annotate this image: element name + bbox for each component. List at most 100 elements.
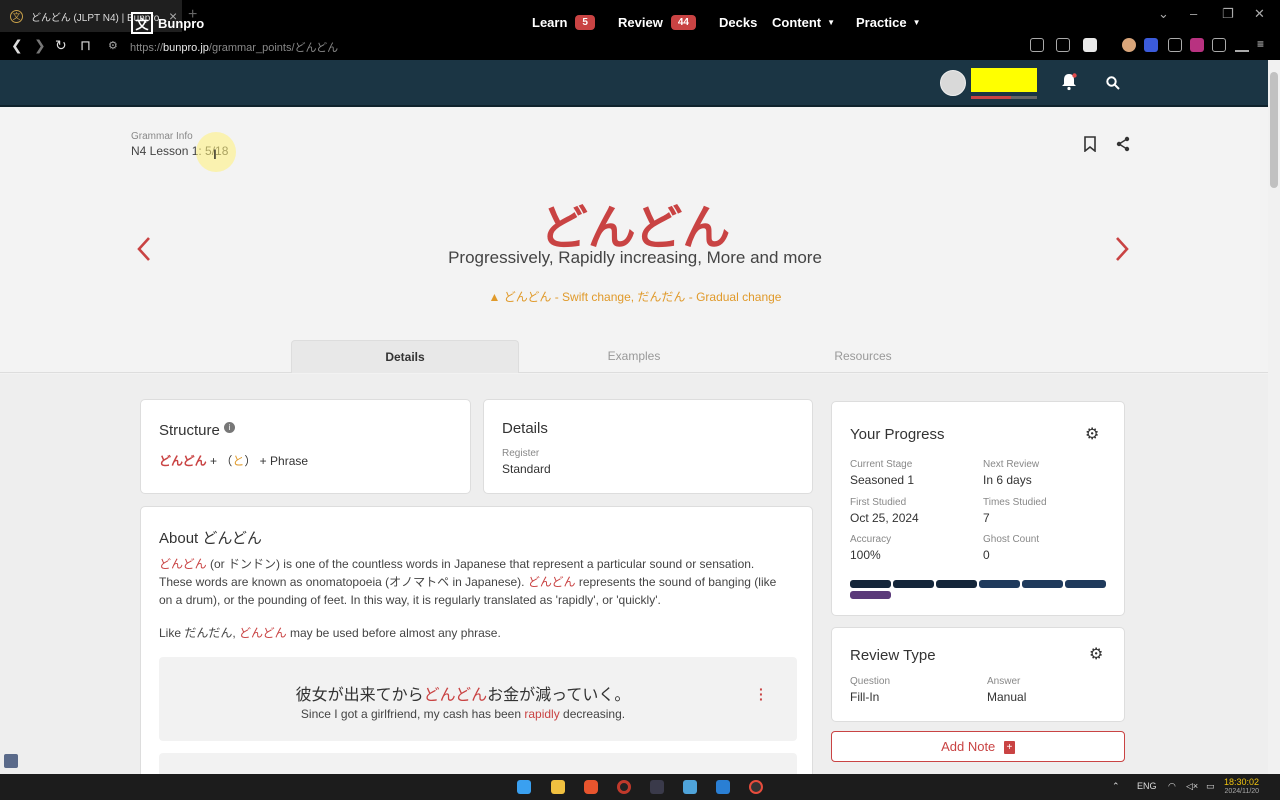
site-info-icon[interactable]: ⚙ xyxy=(108,39,118,52)
grammar-term[interactable]: どんどん xyxy=(528,575,576,589)
example-japanese: 彼女が出来てからどんどんお金が減っていく。 xyxy=(159,681,767,705)
os-taskbar xyxy=(0,774,1280,800)
times-studied-label: Times Studied xyxy=(983,497,1047,508)
details-card: Details Register Standard xyxy=(483,399,813,494)
taskbar-clock[interactable]: 18:30:02 2024/11/20 xyxy=(1224,777,1259,797)
grammar-term[interactable]: どんどん xyxy=(159,557,207,571)
example-en-text: decreasing. xyxy=(559,707,626,721)
next-grammar-arrow-icon[interactable] xyxy=(1113,236,1131,262)
app-icon-blue[interactable] xyxy=(683,780,697,794)
printer-icon[interactable] xyxy=(4,754,18,768)
about-card: About どんどん どんどん (or ドンドン) is one of the … xyxy=(140,506,813,796)
bell-icon[interactable] xyxy=(1061,73,1077,91)
example-jp-text: 彼女が出来てから xyxy=(295,685,424,704)
structure-part-phrase: ） + Phrase xyxy=(244,454,309,468)
logo-text: Bunpro xyxy=(158,15,205,31)
register-label: Register xyxy=(502,448,540,459)
search-icon[interactable] xyxy=(1106,76,1120,90)
tab-resources[interactable]: Resources xyxy=(749,340,977,373)
nav-content[interactable]: Content ▼ xyxy=(772,15,835,30)
tray-chevron-icon[interactable]: ⌃ xyxy=(1112,781,1120,792)
review-count-badge: 44 xyxy=(670,15,696,30)
tab-examples[interactable]: Examples xyxy=(520,340,748,373)
grammar-term[interactable]: どんどん xyxy=(239,626,287,640)
nav-learn[interactable]: Learn 5 xyxy=(532,15,595,30)
extension-pink-icon[interactable] xyxy=(1190,38,1204,52)
about-paragraph-2: Like だんだん, どんどん may be used before almos… xyxy=(159,624,799,642)
warning-icon: ▲ xyxy=(488,290,501,304)
wifi-icon[interactable]: ◠ xyxy=(1168,781,1176,792)
vscode-icon[interactable] xyxy=(716,780,730,794)
menu-icon[interactable]: ≡ xyxy=(1257,37,1264,51)
progress-settings-gear-icon[interactable]: ⚙ xyxy=(1085,424,1099,444)
battery-icon[interactable]: ▭ xyxy=(1206,781,1215,792)
restore-icon[interactable]: ❐ xyxy=(1222,6,1234,22)
tab-details[interactable]: Details xyxy=(291,340,519,373)
obs-icon[interactable] xyxy=(749,780,763,794)
file-explorer-icon[interactable] xyxy=(551,780,565,794)
reload-icon[interactable]: ↻ xyxy=(55,37,67,54)
url-field[interactable]: https://bunpro.jp/grammar_points/どんどん xyxy=(130,39,338,55)
tab-list-icon[interactable]: ⌄ xyxy=(1158,6,1169,22)
bookmark-page-icon[interactable]: ⊓ xyxy=(80,37,91,54)
share-icon[interactable] xyxy=(1115,136,1131,152)
structure-heading-text: Structure xyxy=(159,422,220,439)
windows-start-icon[interactable] xyxy=(517,780,531,794)
times-studied-value: 7 xyxy=(983,511,990,525)
brave-browser-icon[interactable] xyxy=(584,780,598,794)
example-jp-text: お金が減っていく。 xyxy=(487,685,631,704)
nav-decks-label: Decks xyxy=(719,15,758,30)
forward-icon[interactable]: ❯ xyxy=(34,37,46,54)
grammar-warning[interactable]: ▲ どんどん - Swift change, だんだん - Gradual ch… xyxy=(340,288,930,305)
previous-grammar-arrow-icon[interactable] xyxy=(135,236,153,262)
question-value: Fill-In xyxy=(850,690,880,704)
structure-formula: どんどん + （と） + Phrase xyxy=(159,452,308,469)
nav-review[interactable]: Review 44 xyxy=(618,15,696,30)
extension-grid-icon[interactable] xyxy=(1144,38,1158,52)
minimize-icon[interactable]: – xyxy=(1190,6,1197,21)
url-scheme: https:// xyxy=(130,42,164,54)
current-stage-value: Seasoned 1 xyxy=(850,473,915,487)
nav-practice[interactable]: Practice ▼ xyxy=(856,15,921,30)
example-english: Since I got a girlfriend, my cash has be… xyxy=(159,707,767,721)
downloads-icon[interactable] xyxy=(1235,38,1249,52)
example-sentence-box: 彼女が出来てからどんどんお金が減っていく。 Since I got a girl… xyxy=(159,657,797,741)
question-label: Question xyxy=(850,676,891,687)
brave-shield-icon[interactable] xyxy=(1083,38,1097,52)
nav-practice-label: Practice xyxy=(856,15,907,30)
review-type-heading: Review Type xyxy=(850,647,936,664)
review-settings-gear-icon[interactable]: ⚙ xyxy=(1089,644,1103,664)
next-review-value: In 6 days xyxy=(983,473,1032,487)
share-page-icon[interactable] xyxy=(1056,38,1070,52)
bookmark-icon[interactable] xyxy=(1083,136,1097,152)
nav-learn-label: Learn xyxy=(532,15,568,30)
ghost-count-value: 0 xyxy=(983,548,990,562)
app-icon[interactable] xyxy=(650,780,664,794)
progress-segment xyxy=(850,580,891,588)
grammar-warning-text: どんどん - Swift change, だんだん - Gradual chan… xyxy=(503,290,782,304)
info-icon[interactable]: i xyxy=(224,422,236,433)
username-redacted[interactable] xyxy=(971,68,1037,92)
clock-time: 18:30:02 xyxy=(1224,777,1260,787)
more-options-icon[interactable]: · · · xyxy=(759,682,764,706)
back-icon[interactable]: ❮ xyxy=(11,37,23,54)
answer-value: Manual xyxy=(987,690,1027,704)
bunpro-logo[interactable]: 文 Bunpro xyxy=(131,12,204,34)
record-app-icon[interactable] xyxy=(617,780,631,794)
extensions-puzzle-icon[interactable] xyxy=(1212,38,1226,52)
extension-face-icon[interactable] xyxy=(1122,38,1136,52)
scrollbar-thumb[interactable] xyxy=(1270,72,1278,188)
volume-muted-icon[interactable]: ◁× xyxy=(1186,781,1198,792)
example-jp-grammar: どんどん xyxy=(423,685,488,704)
structure-part-particle: と xyxy=(232,454,245,468)
extension-screen-icon[interactable] xyxy=(1168,38,1182,52)
structure-card: Structure i どんどん + （と） + Phrase xyxy=(140,399,471,494)
cast-icon[interactable] xyxy=(1030,38,1044,52)
window-close-icon[interactable]: ✕ xyxy=(1254,6,1265,22)
input-language[interactable]: ENG xyxy=(1137,781,1157,791)
add-note-button[interactable]: Add Note + xyxy=(831,731,1125,762)
nav-decks[interactable]: Decks xyxy=(719,15,757,30)
clock-date: 2024/11/20 xyxy=(1224,788,1260,795)
avatar[interactable] xyxy=(940,70,966,96)
progress-heading: Your Progress xyxy=(850,426,945,443)
